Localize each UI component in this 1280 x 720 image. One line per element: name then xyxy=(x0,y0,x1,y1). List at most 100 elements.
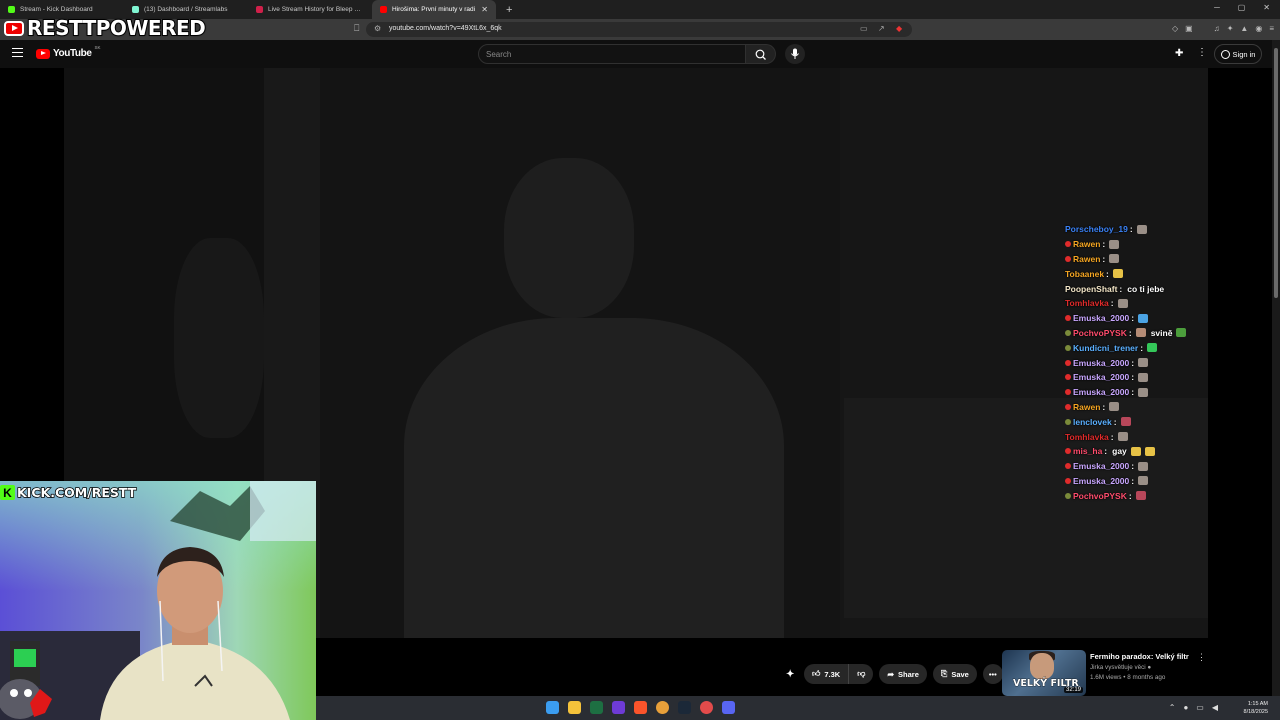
network-icon[interactable]: ▭ xyxy=(1196,703,1204,712)
system-clock[interactable]: 1:15 AM 8/18/2025 xyxy=(1244,700,1268,716)
close-window-icon[interactable]: ✕ xyxy=(1263,3,1270,12)
chat-username: PoopenShaft xyxy=(1065,283,1118,294)
sign-in-button[interactable]: Sign in xyxy=(1214,44,1262,64)
microphone-tray-icon[interactable]: ● xyxy=(1183,703,1188,712)
page-scrollbar[interactable] xyxy=(1272,40,1280,696)
hamburger-menu-icon[interactable] xyxy=(12,48,23,57)
chat-colon: : xyxy=(1129,224,1133,235)
chat-message: PochvoPYSK: svině xyxy=(1065,326,1215,341)
user-avatar-icon xyxy=(1220,49,1230,59)
tab-title: Hirošima: První minuty v radi xyxy=(392,6,476,13)
chat-colon: : xyxy=(1131,461,1135,472)
chat-message: Rawen: xyxy=(1065,400,1215,415)
site-info-icon[interactable]: ⚙ xyxy=(374,24,381,33)
brave-browser-icon[interactable] xyxy=(634,701,647,714)
settings-more-icon[interactable]: ⋮ xyxy=(1197,47,1207,58)
chat-emote-icon xyxy=(1138,387,1149,397)
tab-favicon-icon xyxy=(256,6,263,13)
chat-username: Emuska_2000 xyxy=(1073,357,1130,368)
ai-summary-icon[interactable]: ✦ xyxy=(786,669,798,680)
address-bar[interactable]: ⚙ youtube.com/watch?v=49XtL6x_6qk ▭ ↗ ◆ xyxy=(366,22,912,37)
video-duration: 32:19 xyxy=(1063,687,1083,693)
start-menu-icon[interactable] xyxy=(546,701,559,714)
share-page-icon[interactable]: ↗ xyxy=(878,24,885,33)
chat-emote-icon xyxy=(1135,491,1146,501)
chat-username: Rawen xyxy=(1073,239,1101,250)
recommended-title[interactable]: Fermiho paradox: Velký filtr xyxy=(1090,652,1189,661)
save-label: Save xyxy=(951,669,969,679)
chat-username: Rawen xyxy=(1073,253,1101,264)
picture-in-picture-icon[interactable]: ▭ xyxy=(860,24,868,33)
obs-icon[interactable] xyxy=(700,701,713,714)
chat-badge-icon xyxy=(1065,329,1071,336)
steam-icon[interactable] xyxy=(678,701,691,714)
excel-icon[interactable] xyxy=(590,701,603,714)
chrome-icon[interactable] xyxy=(656,701,669,714)
discord-icon[interactable] xyxy=(722,701,735,714)
save-button[interactable]: ⎘ Save xyxy=(932,664,977,684)
chat-username: Emuska_2000 xyxy=(1073,313,1130,324)
like-button[interactable]: 👍︎ 7.3K xyxy=(804,664,850,684)
chat-badge-icon xyxy=(1065,477,1071,484)
search-box[interactable] xyxy=(478,44,746,64)
save-playlist-icon: ⎘ xyxy=(940,669,948,678)
like-count: 7.3K xyxy=(824,669,841,679)
share-icon: ➦ xyxy=(887,669,895,679)
chat-badge-icon xyxy=(1065,492,1071,499)
share-button[interactable]: ➦ Share xyxy=(879,664,927,684)
stream-overlay-logo: RESTTPOWERED xyxy=(4,15,207,41)
chat-message: Emuska_2000: xyxy=(1065,311,1215,326)
wallet-icon[interactable]: ▲ xyxy=(1240,24,1248,33)
browser-menu-icon[interactable]: ≡ xyxy=(1269,24,1274,33)
minimize-icon[interactable]: ─ xyxy=(1214,3,1220,12)
tray-expand-icon[interactable]: ⌃ xyxy=(1169,703,1176,712)
tab-favicon-icon xyxy=(132,6,139,13)
close-tab-icon[interactable]: ✕ xyxy=(481,5,488,14)
chat-emote-icon xyxy=(1117,432,1128,442)
chat-emote-icon xyxy=(1147,343,1158,353)
chat-username: Emuska_2000 xyxy=(1073,372,1130,383)
browser-tab[interactable]: Hirošima: První minuty v radi ✕ xyxy=(372,0,496,19)
scrollbar-thumb[interactable] xyxy=(1274,48,1278,298)
dislike-button[interactable]: 👎︎ xyxy=(849,664,874,684)
search-icon xyxy=(755,49,766,60)
chat-badge-icon xyxy=(1065,315,1071,322)
file-explorer-icon[interactable] xyxy=(568,701,581,714)
recommended-menu-icon[interactable]: ⋮ xyxy=(1197,652,1206,663)
twitch-icon[interactable] xyxy=(612,701,625,714)
browser-tab[interactable]: Live Stream History for Bleep Shares xyxy=(248,0,372,19)
more-actions-button[interactable]: ••• xyxy=(982,664,1003,684)
brave-shield-icon[interactable]: ◆ xyxy=(896,24,902,33)
extensions-icon[interactable]: ◇ xyxy=(1172,24,1178,33)
music-icon[interactable]: ♫ xyxy=(1214,24,1220,33)
new-tab-button[interactable]: + xyxy=(506,4,512,16)
volume-icon[interactable]: ◀ xyxy=(1212,703,1218,712)
maximize-icon[interactable]: ▢ xyxy=(1238,3,1246,12)
youtube-logo[interactable]: YouTube SK xyxy=(36,45,101,59)
recommended-channel[interactable]: Jirka vysvětluje věci ● xyxy=(1090,664,1151,671)
vpn-icon[interactable]: ◉ xyxy=(1255,24,1262,33)
search-input[interactable] xyxy=(486,50,736,59)
url-text[interactable]: youtube.com/watch?v=49XtL6x_6qk xyxy=(389,25,502,32)
chat-colon: : xyxy=(1106,268,1109,279)
recommended-video[interactable]: VELKÝ FILTR 32:19 Fermiho paradox: Velký… xyxy=(1002,650,1207,696)
tab-title: (13) Dashboard / Streamlabs xyxy=(144,6,228,13)
overlay-logo-text: RESTTPOWERED xyxy=(26,15,207,41)
chat-username: PochvoPYSK xyxy=(1073,490,1127,501)
bookmark-icon[interactable]: ⎕ xyxy=(354,23,359,34)
voice-search-button[interactable] xyxy=(785,44,805,64)
chat-colon: : xyxy=(1131,372,1135,383)
create-icon[interactable]: ✚ xyxy=(1175,48,1183,59)
tab-title: Stream - Kick Dashboard xyxy=(20,6,93,13)
recommended-thumbnail[interactable]: VELKÝ FILTR 32:19 xyxy=(1002,650,1086,696)
puzzle-icon[interactable]: ✦ xyxy=(1227,24,1234,33)
youtube-play-icon xyxy=(36,48,50,59)
chat-emote-icon xyxy=(1130,446,1141,456)
recommended-meta: 1.6M views • 8 months ago xyxy=(1090,674,1166,681)
search-button[interactable] xyxy=(746,44,776,64)
chat-username: Emuska_2000 xyxy=(1073,475,1130,486)
chat-text: co ti jebe xyxy=(1127,283,1165,294)
sign-in-label: Sign in xyxy=(1232,49,1256,59)
sidebar-icon[interactable]: ▣ xyxy=(1185,24,1193,33)
chat-username: Tobaanek xyxy=(1065,268,1105,279)
